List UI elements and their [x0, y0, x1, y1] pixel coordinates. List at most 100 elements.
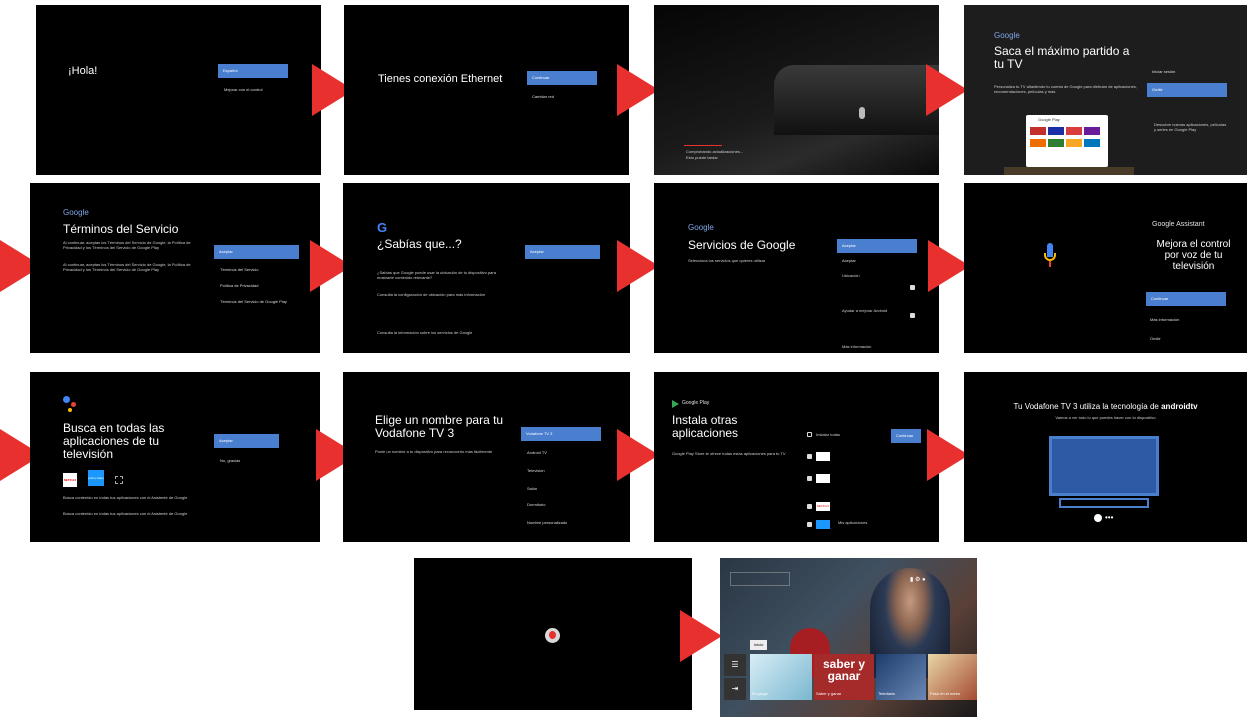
- name-option-2[interactable]: Televisión: [527, 468, 545, 473]
- name-option-4[interactable]: Dormitorio: [527, 502, 545, 507]
- card-2[interactable]: saber y ganar Saber y ganar: [814, 654, 874, 700]
- more-info-option[interactable]: Más información: [1150, 317, 1179, 322]
- screen-did-you-know: G ¿Sabías que...? ¿Sabías que Google pue…: [343, 183, 630, 353]
- side-menu-icon[interactable]: ☰: [724, 654, 746, 676]
- screen-hola: ¡Hola! Español Mejorar con el control: [36, 5, 321, 175]
- service-checkbox-2[interactable]: [910, 313, 915, 318]
- accept-button[interactable]: Aceptar: [214, 434, 279, 448]
- app-checkbox-4[interactable]: [807, 522, 812, 527]
- skip-option[interactable]: Omitir: [1150, 336, 1161, 341]
- control-option[interactable]: Mejorar con el control: [224, 87, 262, 92]
- name-option-3[interactable]: Salón: [527, 486, 537, 491]
- service-checkbox-1[interactable]: [910, 285, 915, 290]
- prime-video-logo: prime video: [88, 470, 104, 486]
- screen-install-apps: Google Play Instala otras aplicaciones G…: [654, 372, 939, 542]
- account-title: Saca el máximo partido a tu TV: [994, 44, 1130, 72]
- screen-vodafone-boot: [414, 558, 692, 710]
- device-image: [774, 65, 939, 135]
- side-input-icon[interactable]: ⇥: [724, 678, 746, 700]
- service-item-3: Más información: [842, 344, 872, 349]
- device-name-title: Elige un nombre para tu Vodafone TV 3: [375, 413, 504, 441]
- screen-ethernet: Tienes conexión Ethernet Continuar Cambi…: [344, 5, 629, 175]
- arrow-10: [617, 429, 659, 481]
- sign-in-option[interactable]: Iniciar sesión: [1152, 69, 1175, 74]
- card-4[interactable]: Pasó en el metro: [928, 654, 977, 700]
- play-store-label: Google Play: [1038, 117, 1060, 122]
- terms-option-2[interactable]: Política de Privacidad: [220, 283, 258, 288]
- service-item-2: Ayudar a mejorar Android: [842, 308, 888, 313]
- install-all-label: Instalar todas: [816, 432, 841, 437]
- language-button[interactable]: Español: [218, 64, 288, 78]
- vodafone-tv3-option[interactable]: Vodafone TV 3: [521, 427, 601, 441]
- tab-home[interactable]: Inicio: [750, 640, 768, 650]
- accept-button[interactable]: Aceptar: [214, 245, 299, 259]
- app-tile: [1084, 139, 1100, 147]
- google-logo: Google: [994, 31, 1020, 40]
- arrow-6: [617, 240, 659, 292]
- arrow-3: [926, 64, 968, 116]
- screen-home: ▮ ⚙ ● Inicio ☰ ⇥ En juego saber y ganar …: [720, 558, 977, 717]
- did-you-know-title: ¿Sabías que...?: [377, 237, 462, 251]
- device-led: [859, 107, 865, 119]
- continue-button[interactable]: Continuar: [527, 71, 597, 85]
- install-all-checkbox[interactable]: [807, 432, 812, 437]
- assistant-title: Mejora el control por voz de tu televisi…: [1156, 239, 1231, 272]
- change-network-option[interactable]: Cambiar red: [532, 94, 554, 99]
- app-tile: [1048, 139, 1064, 147]
- arrow-11: [927, 429, 969, 481]
- search-body-2: Busca contenido en todas tus aplicacione…: [63, 511, 188, 516]
- hola-title: ¡Hola!: [68, 65, 98, 77]
- service-item-1: Ubicación: [842, 273, 860, 278]
- card-1[interactable]: En juego: [750, 654, 812, 700]
- name-option-1[interactable]: Android TV: [527, 450, 547, 455]
- accept-services-button[interactable]: Aceptar: [837, 239, 917, 253]
- app-checkbox-2[interactable]: [807, 476, 812, 481]
- mic-stand: [1049, 261, 1051, 267]
- terms-option-3[interactable]: Términos del Servicio de Google Play: [220, 299, 287, 304]
- next-icon[interactable]: [1094, 514, 1102, 522]
- account-desc: Personaliza tu TV añadiendo tu cuenta de…: [994, 84, 1137, 94]
- play-store-icon: [672, 400, 679, 408]
- continue-button[interactable]: Continuar: [1146, 292, 1226, 306]
- continue-button[interactable]: Continuar: [891, 429, 921, 443]
- card-3-label: Telediario: [878, 691, 896, 696]
- terms-option-1[interactable]: Términos del Servicio: [220, 267, 258, 272]
- app-checkbox-3[interactable]: [807, 504, 812, 509]
- app-tile: [1084, 127, 1100, 135]
- app-tile: [1048, 127, 1064, 135]
- services-body: Selecciona los servicios que quieres uti…: [688, 258, 766, 263]
- card-4-label: Pasó en el metro: [930, 691, 961, 696]
- screen-update: Comprobando actualizaciones... Esto pued…: [654, 5, 939, 175]
- arrow-12: [680, 610, 722, 662]
- app-checkbox-1[interactable]: [807, 454, 812, 459]
- no-thanks-option[interactable]: No, gracias: [220, 458, 240, 463]
- card-3[interactable]: Telediario: [876, 654, 926, 700]
- app-tile: [1066, 127, 1082, 135]
- terms-title: Términos del Servicio: [63, 222, 179, 236]
- name-option-5[interactable]: Nombre personalizado: [527, 520, 567, 525]
- grid-icon: [115, 476, 123, 484]
- android-tv-title-text: Tu Vodafone TV 3 utiliza la tecnología d…: [1013, 402, 1159, 411]
- skip-button[interactable]: Omitir: [1147, 83, 1227, 97]
- screen-android-tv: Tu Vodafone TV 3 utiliza la tecnología d…: [964, 372, 1247, 542]
- mic-icon: [1044, 243, 1056, 267]
- card-2-label: Saber y ganar: [816, 691, 842, 696]
- did-you-know-body-3: Consulta la información sobre los servic…: [377, 330, 473, 335]
- app-tile-1: [816, 452, 830, 461]
- accept-option[interactable]: Aceptar: [842, 258, 856, 263]
- screen-account: Google Saca el máximo partido a tu TV Pe…: [964, 5, 1247, 175]
- device-name-desc: Ponle un nombre a tu dispositivo para re…: [375, 449, 493, 454]
- app-name-4: Mis aplicaciones: [838, 520, 868, 525]
- app-tile-2: [816, 474, 830, 483]
- terms-body-2: Al continuar, aceptas los Términos del S…: [63, 262, 191, 272]
- screen-terms: Google Términos del Servicio Al continua…: [30, 183, 320, 353]
- terms-body: Al continuar, aceptas los Términos del S…: [63, 240, 191, 250]
- screen-search: Busca en todas las aplicaciones de tu te…: [30, 372, 320, 542]
- tv-illustration: [1049, 436, 1159, 496]
- dot: [71, 402, 76, 407]
- android-tv-brand: androidtv: [1161, 402, 1198, 411]
- accept-button[interactable]: Aceptar: [525, 245, 600, 259]
- google-g-icon: G: [377, 220, 388, 235]
- did-you-know-body-2: Consulta la configuración de ubicación p…: [377, 292, 486, 297]
- screen-device-name: Elige un nombre para tu Vodafone TV 3 Po…: [343, 372, 630, 542]
